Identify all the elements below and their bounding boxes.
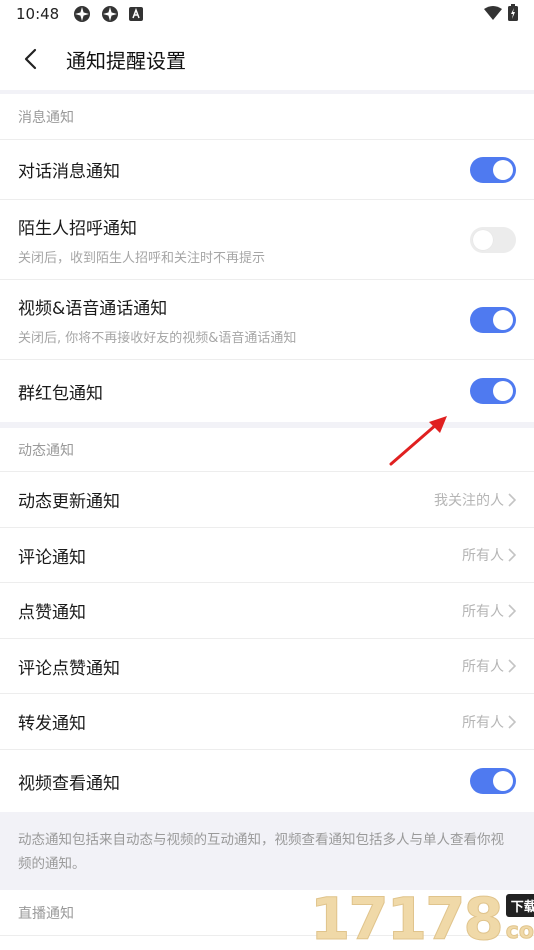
row-title: 陌生人招呼通知 bbox=[18, 218, 137, 239]
row-title: 群红包通知 bbox=[18, 383, 103, 404]
row-dialog-message-notify: 对话消息通知 bbox=[0, 140, 534, 200]
row-value: 我关注的人 bbox=[434, 492, 504, 509]
row-title: 视频查看通知 bbox=[18, 773, 120, 794]
toggle-group-red-packet[interactable] bbox=[470, 378, 516, 404]
row-stranger-greeting-notify: 陌生人招呼通知 关闭后，收到陌生人招呼和关注时不再提示 bbox=[0, 200, 534, 280]
chevron-right-icon bbox=[508, 659, 516, 673]
status-right bbox=[484, 3, 518, 25]
watermark-logo: 17178 下载站 com bbox=[310, 885, 534, 950]
dynamic-note: 动态通知包括来自动态与视频的互动通知，视频查看通知包括多人与单人查看你视频的通知… bbox=[0, 812, 534, 890]
row-comment-like-notify[interactable]: 评论点赞通知 所有人 bbox=[0, 639, 534, 694]
row-title: 点赞通知 bbox=[18, 603, 86, 623]
status-bar: 10:48 bbox=[0, 0, 534, 28]
row-title: 对话消息通知 bbox=[18, 162, 120, 182]
row-value: 所有人 bbox=[462, 603, 504, 620]
row-title: 评论点赞通知 bbox=[18, 658, 120, 679]
row-like-notify[interactable]: 点赞通知 所有人 bbox=[0, 583, 534, 639]
row-title: 视频&语音通话通知 bbox=[18, 298, 168, 319]
chevron-right-icon bbox=[508, 492, 516, 507]
row-video-voice-call-notify: 视频&语音通话通知 关闭后, 你将不再接收好友的视频&语音通话通知 bbox=[0, 280, 534, 360]
chevron-right-icon bbox=[508, 548, 516, 562]
row-title: 动态更新通知 bbox=[18, 492, 120, 512]
row-value: 所有人 bbox=[462, 659, 504, 675]
toggle-stranger-greeting[interactable] bbox=[470, 226, 516, 253]
row-title: 转发通知 bbox=[18, 714, 86, 734]
watermark-suffix: com bbox=[505, 919, 534, 945]
header: 通知提醒设置 bbox=[0, 28, 534, 90]
back-button[interactable] bbox=[0, 28, 60, 90]
row-title: 评论通知 bbox=[18, 547, 86, 568]
app-notification-icon bbox=[73, 5, 91, 23]
row-forward-notify[interactable]: 转发通知 所有人 bbox=[0, 694, 534, 750]
app-notification-icon bbox=[101, 5, 119, 23]
chevron-right-icon bbox=[508, 603, 516, 618]
row-subtitle: 关闭后，收到陌生人招呼和关注时不再提示 bbox=[18, 250, 266, 266]
page-title: 通知提醒设置 bbox=[66, 48, 186, 73]
watermark-badge: 下载站 bbox=[505, 894, 534, 917]
row-subtitle: 关闭后, 你将不再接收好友的视频&语音通话通知 bbox=[18, 330, 297, 346]
section-label-message: 消息通知 bbox=[0, 94, 534, 140]
status-time: 10:48 bbox=[16, 5, 60, 23]
toggle-dialog-message[interactable] bbox=[470, 156, 516, 183]
wifi-icon bbox=[484, 5, 502, 24]
toggle-video-view[interactable] bbox=[470, 768, 516, 794]
row-video-view-notify: 视频查看通知 bbox=[0, 750, 534, 812]
chevron-right-icon bbox=[508, 714, 516, 729]
row-dynamic-update-notify[interactable]: 动态更新通知 我关注的人 bbox=[0, 472, 534, 528]
row-comment-notify[interactable]: 评论通知 所有人 bbox=[0, 528, 534, 583]
font-notification-icon bbox=[129, 7, 144, 21]
annotation-arrow-icon bbox=[385, 408, 455, 474]
toggle-video-voice-call[interactable] bbox=[470, 306, 516, 333]
chevron-left-icon bbox=[24, 48, 37, 70]
row-value: 所有人 bbox=[462, 714, 504, 731]
watermark-digits: 17178 bbox=[310, 885, 505, 950]
battery-icon bbox=[508, 3, 518, 25]
row-value: 所有人 bbox=[462, 548, 504, 564]
